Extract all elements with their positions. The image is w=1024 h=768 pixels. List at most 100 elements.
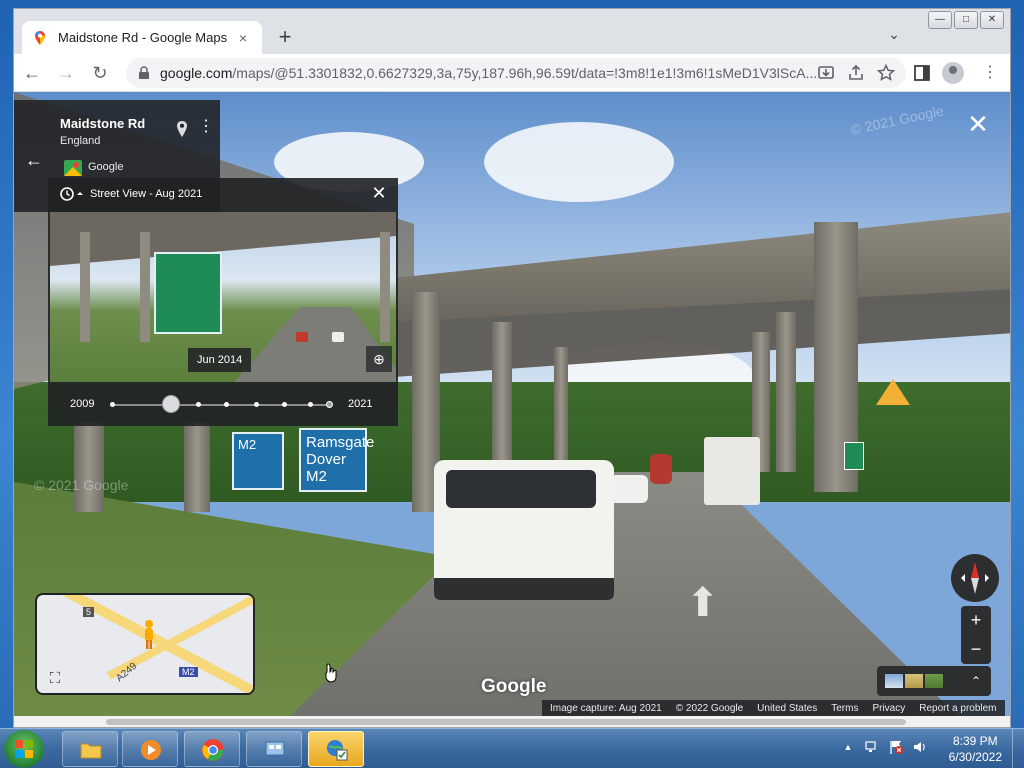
install-app-icon[interactable]: [816, 63, 836, 83]
avatar: [942, 62, 964, 84]
scrollbar-thumb[interactable]: [106, 719, 906, 725]
browser-menu-button[interactable]: ⋮: [976, 58, 1004, 88]
slider-track[interactable]: [112, 404, 330, 406]
road-shield: 5: [83, 607, 95, 617]
location-pin-icon[interactable]: [174, 120, 190, 138]
attribution-footer: Image capture: Aug 2021 © 2022 Google Un…: [542, 700, 1005, 716]
side-panel-icon[interactable]: [908, 58, 936, 88]
windows-taskbar: ▲ 8:39 PM 6/30/2022: [0, 728, 1024, 768]
slider-handle[interactable]: [162, 395, 180, 413]
sign-left-label: M2: [238, 437, 257, 452]
tab-search-chevron-icon[interactable]: ⌄: [884, 26, 904, 46]
close-time-travel-icon[interactable]: ✕: [370, 184, 388, 202]
van-bumper: [434, 578, 614, 600]
source-label: Google: [88, 161, 124, 173]
copyright-text: © 2022 Google: [675, 702, 744, 714]
profile-button[interactable]: [942, 58, 970, 88]
terms-link[interactable]: Terms: [831, 703, 858, 714]
expand-imagery-chevron-icon[interactable]: ⌃: [971, 674, 981, 688]
taskbar-explorer[interactable]: [62, 731, 118, 767]
media-player-icon: [141, 740, 161, 760]
taskbar-active-app[interactable]: [308, 731, 364, 767]
new-tab-button[interactable]: +: [272, 25, 298, 51]
horizontal-scrollbar[interactable]: [14, 716, 1010, 727]
imagery-thumb[interactable]: [905, 674, 923, 688]
system-clock[interactable]: 8:39 PM 6/30/2022: [949, 733, 1002, 765]
zoom-controls: + −: [961, 606, 991, 664]
report-problem-link[interactable]: Report a problem: [919, 703, 996, 714]
privacy-link[interactable]: Privacy: [872, 703, 905, 714]
maximize-button[interactable]: □: [954, 11, 978, 29]
imagery-thumb[interactable]: [885, 674, 903, 688]
address-bar[interactable]: google.com/maps/@51.3301832,0.6627329,3a…: [126, 58, 906, 88]
bridge-pillar: [74, 422, 104, 512]
slider-stop[interactable]: [224, 402, 229, 407]
place-country: England: [60, 135, 101, 147]
slider-stop[interactable]: [110, 402, 115, 407]
zoom-thumbnail-icon[interactable]: ⊕: [366, 346, 392, 372]
google-watermark: Google: [481, 676, 547, 697]
mini-map[interactable]: 5 M2 A249 ⛶: [35, 593, 255, 695]
motorway-sign-ramsgate: Ramsgate Dover M2: [299, 428, 374, 492]
time-travel-panel: Street View - Aug 2021 ✕ Jun 2014 ⊕ 2009: [48, 178, 398, 426]
thumb-car: [332, 332, 344, 342]
lock-icon: [139, 66, 149, 79]
more-options-icon[interactable]: ⋮: [198, 118, 214, 138]
slider-stop[interactable]: [308, 402, 313, 407]
close-street-view-icon[interactable]: ✕: [966, 111, 990, 137]
chrome-icon: [202, 739, 224, 761]
street-view-panorama[interactable]: M2 Ramsgate Dover M2 ⬆ © 2021 Google © 2…: [14, 92, 1010, 716]
slider-current-stop[interactable]: [326, 401, 333, 408]
clock-time: 8:39 PM: [952, 734, 998, 748]
sign-line2: Dover: [306, 451, 347, 468]
start-button[interactable]: [4, 730, 44, 768]
time-slider[interactable]: 2009 2021: [48, 390, 398, 420]
thumb-overpass: [50, 212, 396, 266]
share-icon[interactable]: [846, 63, 866, 83]
taskbar-chrome[interactable]: [184, 731, 240, 767]
history-icon[interactable]: [58, 184, 86, 204]
imagery-thumb[interactable]: [925, 674, 943, 688]
van-window: [446, 470, 596, 508]
slider-start-year: 2009: [70, 398, 95, 410]
back-button[interactable]: ←: [16, 57, 48, 89]
minimize-button[interactable]: —: [928, 11, 952, 29]
close-window-button[interactable]: ✕: [980, 11, 1004, 29]
reload-button[interactable]: ↻: [84, 57, 116, 89]
show-desktop-button[interactable]: [1012, 729, 1024, 768]
action-center-flag-icon[interactable]: [888, 739, 904, 755]
taskbar-control-panel[interactable]: [246, 731, 302, 767]
volume-icon[interactable]: [912, 739, 928, 755]
tab-close-icon[interactable]: ×: [234, 30, 252, 46]
tab-google-maps[interactable]: Maidstone Rd - Google Maps ×: [22, 21, 262, 54]
slider-stop[interactable]: [254, 402, 259, 407]
car-red: [650, 454, 672, 484]
cloud: [484, 122, 674, 202]
zoom-out-button[interactable]: −: [961, 635, 991, 664]
mouse-cursor-icon: [325, 663, 337, 683]
slider-stop[interactable]: [282, 402, 287, 407]
show-hidden-icons[interactable]: ▲: [840, 739, 856, 755]
browser-window: Maidstone Rd - Google Maps × + ⌄ — □ ✕ ←…: [13, 8, 1011, 728]
back-to-map-button[interactable]: ←: [22, 150, 46, 174]
lane-arrow-marking: ⬆: [686, 581, 720, 625]
system-tray: ▲: [840, 739, 928, 755]
thumb-pillar: [140, 232, 150, 342]
place-title: Maidstone Rd: [60, 116, 146, 131]
white-van: [434, 460, 614, 600]
pegman-icon[interactable]: [141, 619, 157, 651]
taskbar-media-player[interactable]: [122, 731, 178, 767]
region-link[interactable]: United States: [757, 703, 817, 714]
control-panel-icon: [265, 741, 285, 758]
expand-map-icon[interactable]: ⛶: [45, 669, 65, 689]
forward-button[interactable]: →: [50, 57, 82, 89]
google-maps-logo-icon: [64, 160, 82, 176]
thumb-car: [296, 332, 308, 342]
zoom-in-button[interactable]: +: [961, 606, 991, 635]
compass-icon[interactable]: [951, 554, 999, 602]
network-icon[interactable]: [864, 739, 880, 755]
slider-stop[interactable]: [196, 402, 201, 407]
thumbnail-date-label: Jun 2014: [188, 348, 252, 372]
bookmark-star-icon[interactable]: [876, 63, 896, 83]
bridge-pillar: [184, 422, 210, 512]
